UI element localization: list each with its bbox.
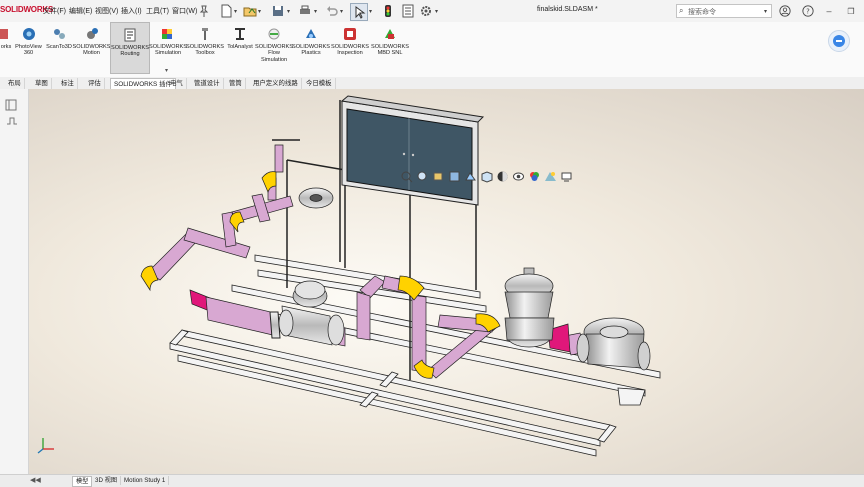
tab-markup[interactable]: 标注 [58, 78, 78, 89]
tab-layout[interactable]: 布局 [5, 78, 25, 89]
minimize-icon[interactable]: – [822, 4, 836, 18]
ribbon-solidworks-partial[interactable]: orks [0, 22, 12, 74]
tolanalyst-icon [235, 28, 245, 40]
ribbon-scanto3d[interactable]: ScanTo3D [45, 22, 73, 74]
dynamic-annotation-icon[interactable] [463, 169, 477, 183]
menu-window[interactable]: 窗口(W) [172, 6, 197, 16]
simulation-dropdown-icon[interactable]: ▾ [165, 67, 168, 74]
view-settings-icon[interactable] [559, 169, 573, 183]
restore-window-icon[interactable]: ❐ [844, 4, 858, 18]
photoview-icon [22, 28, 35, 40]
save-dropdown-icon[interactable]: ▾ [287, 8, 290, 15]
ribbon-solidworks-routing[interactable]: SOLIDWORKS Routing [110, 22, 150, 74]
scanto3d-icon [54, 29, 65, 39]
search-icon: ⌕ [679, 6, 684, 15]
new-dropdown-icon[interactable]: ▾ [234, 8, 237, 15]
search-commands-input[interactable]: ⌕ 搜索命令 [676, 4, 772, 18]
display-style-icon[interactable] [495, 169, 509, 183]
graphics-viewport[interactable] [29, 89, 864, 474]
tab-templates[interactable]: 今日模板 [303, 78, 336, 89]
previous-view-icon[interactable] [431, 169, 445, 183]
simulation-icon [162, 29, 172, 39]
zoom-to-area-icon[interactable] [415, 169, 429, 183]
ribbon-solidworks-plastics[interactable]: SOLIDWORKS Plastics [292, 22, 330, 74]
document-title: finalskid.SLDASM * [537, 6, 598, 13]
options-gear-icon[interactable] [418, 3, 434, 19]
toolbox-icon [202, 28, 208, 40]
undo-dropdown-icon[interactable]: ▾ [340, 8, 343, 15]
tab-electrical[interactable]: 电气 [167, 78, 187, 89]
file-properties-icon[interactable] [400, 3, 416, 19]
search-dropdown-icon[interactable]: ▾ [764, 8, 767, 15]
routing-icon [124, 28, 136, 42]
heads-up-view-toolbar [399, 169, 573, 185]
skid-assembly-model[interactable] [29, 89, 864, 474]
inspection-icon [344, 28, 356, 40]
user-account-icon[interactable] [778, 4, 792, 18]
hide-show-items-icon[interactable] [511, 169, 525, 183]
view-orientation-icon[interactable] [479, 169, 493, 183]
apply-scene-icon[interactable] [543, 169, 557, 183]
ribbon-tolanalyst[interactable]: TolAnalyst [224, 22, 256, 74]
print-icon[interactable] [297, 3, 313, 19]
tab-motion-study-1[interactable]: Motion Study 1 [121, 476, 170, 485]
tab-sketch[interactable]: 草图 [32, 78, 52, 89]
save-icon[interactable] [270, 3, 286, 19]
help-icon[interactable]: ? [801, 4, 815, 18]
ribbon-solidworks-toolbox[interactable]: SOLIDWORKS Toolbox [186, 22, 224, 74]
feature-manager-panel [0, 89, 29, 486]
ribbon-photoview-360[interactable]: PhotoView 360 [12, 22, 45, 74]
tab-evaluate[interactable]: 评估 [85, 78, 105, 89]
select-dropdown-icon[interactable]: ▾ [369, 8, 372, 15]
tab-tubing[interactable]: 管筒 [226, 78, 246, 89]
flow-simulation-icon [268, 28, 280, 40]
vertical-flange [298, 187, 334, 209]
ribbon-solidworks-mbd-snl[interactable]: SOLIDWORKS MBD SNL [370, 22, 410, 74]
svg-text:?: ? [806, 8, 810, 16]
open-folder-icon[interactable] [242, 3, 258, 19]
edit-appearance-icon[interactable] [527, 169, 541, 183]
tab-3d-views[interactable]: 3D 视图 [92, 476, 122, 485]
tab-piping[interactable]: 管道设计 [191, 78, 224, 89]
mbd-icon [385, 29, 395, 39]
gate-valve [278, 280, 345, 346]
menu-view[interactable]: 视图(V) [95, 6, 118, 16]
traffic-light-icon[interactable] [380, 3, 396, 19]
menu-edit[interactable]: 编辑(E) [69, 6, 92, 16]
print-dropdown-icon[interactable]: ▾ [314, 8, 317, 15]
menu-tools[interactable]: 工具(T) [146, 6, 169, 16]
pressure-regulator [504, 267, 555, 348]
undo-icon[interactable] [324, 3, 340, 19]
section-view-icon[interactable] [447, 169, 461, 183]
new-document-icon[interactable] [218, 3, 234, 19]
plastics-icon [306, 29, 316, 38]
feature-tree-icon[interactable] [4, 98, 18, 112]
task-pane-badge[interactable] [828, 30, 850, 52]
pin-icon[interactable] [196, 3, 212, 19]
property-manager-icon[interactable] [5, 116, 19, 126]
filter-tank [576, 317, 651, 371]
ribbon-flow-simulation[interactable]: SOLIDWORKS Flow Simulation [255, 22, 293, 74]
scroll-left-icon[interactable]: ◀◀ [30, 476, 41, 484]
menu-file[interactable]: 文件(F) [43, 6, 66, 16]
select-arrow-icon[interactable] [350, 3, 368, 21]
tab-model[interactable]: 模型 [72, 476, 93, 487]
electrical-cabinet [340, 95, 485, 206]
ribbon-solidworks-inspection[interactable]: SOLIDWORKS Inspection [330, 22, 370, 74]
open-dropdown-icon[interactable]: ▾ [258, 8, 261, 15]
zoom-to-fit-icon[interactable] [399, 169, 413, 183]
main-pipe [205, 296, 278, 337]
options-dropdown-icon[interactable]: ▾ [435, 8, 438, 15]
ribbon-solidworks-motion[interactable]: SOLIDWORKS Motion [73, 22, 110, 74]
coordinate-triad-icon [37, 438, 54, 454]
motion-icon [86, 28, 98, 39]
tab-user-defined-route[interactable]: 用户定义的线路 [250, 78, 302, 89]
menu-insert[interactable]: 插入(I) [121, 6, 142, 16]
